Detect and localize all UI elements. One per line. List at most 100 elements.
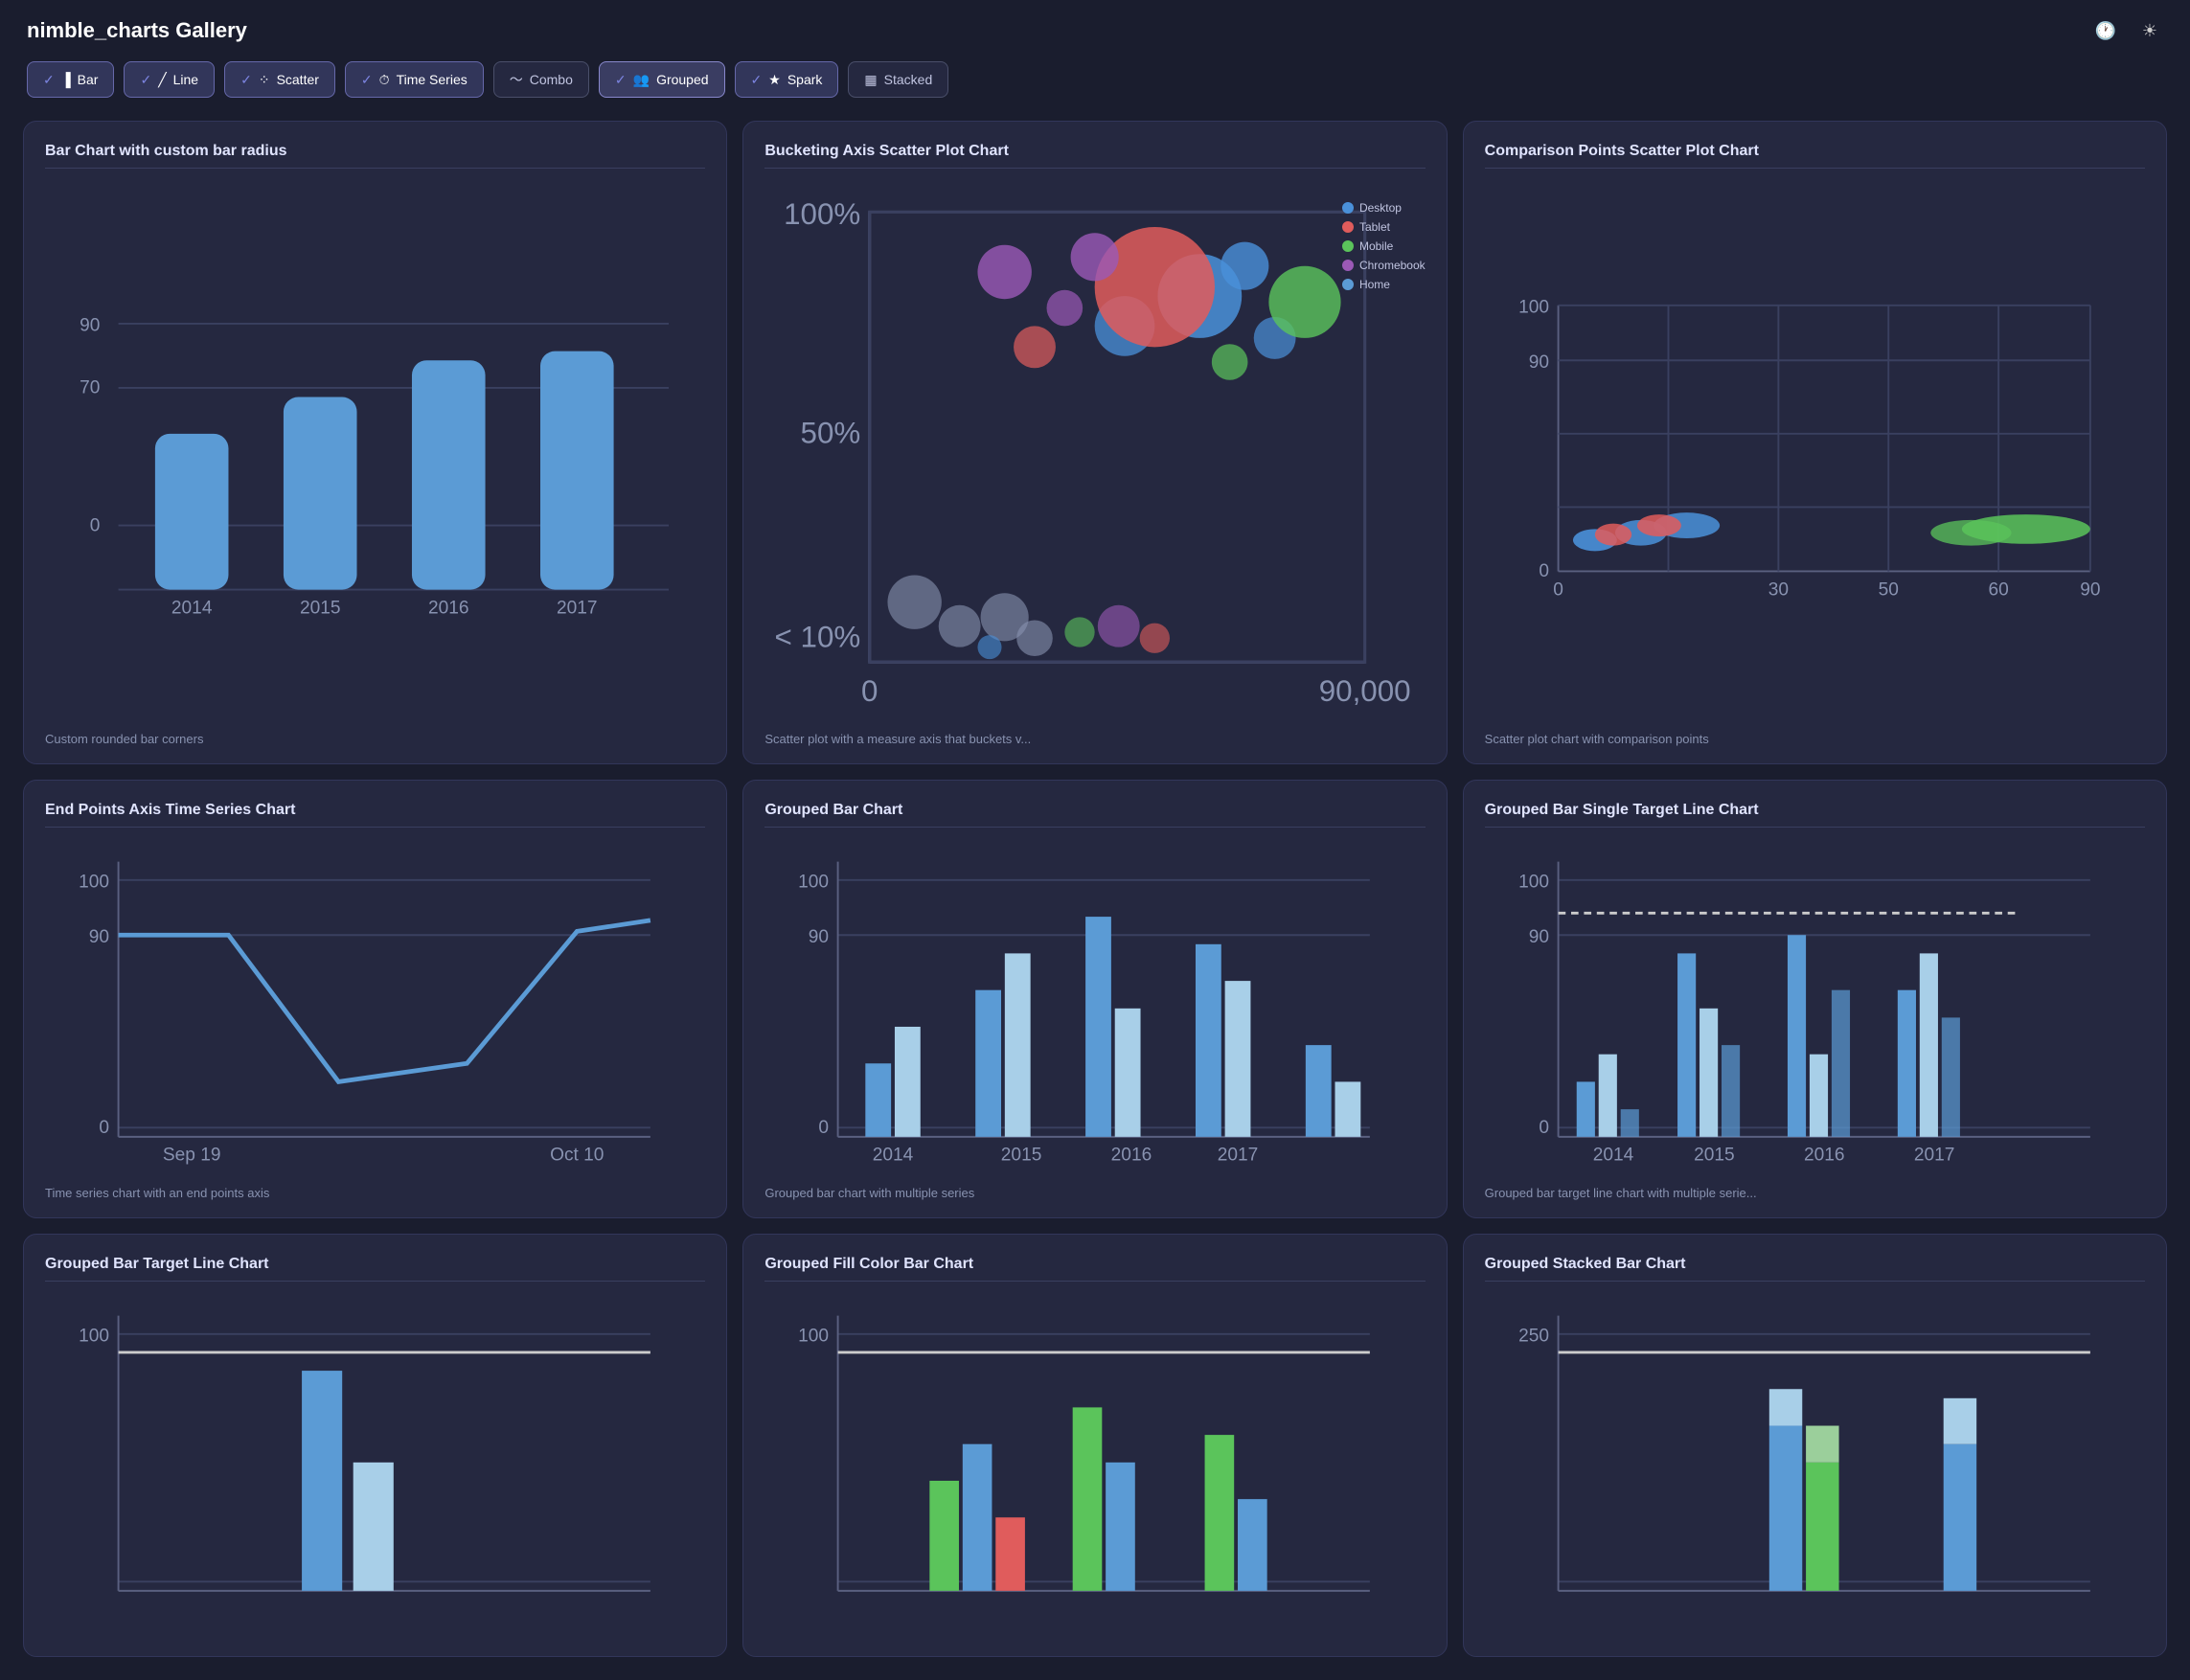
svg-text:50%: 50% bbox=[801, 417, 861, 450]
svg-text:0: 0 bbox=[90, 515, 101, 535]
check-icon: ✓ bbox=[240, 72, 252, 88]
svg-text:2016: 2016 bbox=[1804, 1146, 1845, 1166]
filter-scatter-btn[interactable]: ✓ ⁘ Scatter bbox=[224, 61, 335, 98]
svg-text:30: 30 bbox=[1768, 579, 1788, 600]
svg-text:0: 0 bbox=[1553, 579, 1563, 600]
app-title: nimble_charts Gallery bbox=[27, 18, 247, 43]
filter-bar-btn[interactable]: ✓ ▐ Bar bbox=[27, 61, 114, 98]
svg-text:60: 60 bbox=[1988, 579, 2008, 600]
svg-text:< 10%: < 10% bbox=[775, 621, 861, 654]
chart-card-grouped-bar[interactable]: Grouped Bar Chart 100 90 0 bbox=[742, 780, 1447, 1218]
filter-label: Bar bbox=[78, 72, 99, 87]
check-icon: ✓ bbox=[361, 72, 373, 88]
history-icon[interactable]: 🕐 bbox=[2092, 17, 2119, 44]
svg-text:90: 90 bbox=[1528, 927, 1548, 947]
filter-line-btn[interactable]: ✓ ╱ Line bbox=[124, 61, 215, 98]
filter-label: Stacked bbox=[884, 72, 933, 87]
svg-text:100: 100 bbox=[79, 1326, 109, 1346]
filter-label: Time Series bbox=[397, 72, 468, 87]
svg-text:100: 100 bbox=[798, 872, 829, 892]
svg-text:100: 100 bbox=[1518, 872, 1549, 892]
chart-area: 70 0 90 2014 2015 2016 2017 bbox=[45, 182, 705, 722]
gallery-grid: Bar Chart with custom bar radius 70 0 90 bbox=[0, 113, 2190, 1680]
chart-desc: Time series chart with an end points axi… bbox=[45, 1186, 705, 1200]
svg-text:0: 0 bbox=[99, 1118, 109, 1138]
filter-bar: ✓ ▐ Bar ✓ ╱ Line ✓ ⁘ Scatter ✓ ⏱ Time Se… bbox=[0, 54, 2190, 113]
svg-text:2014: 2014 bbox=[171, 598, 213, 618]
chart-desc: Scatter plot chart with comparison point… bbox=[1485, 732, 2145, 746]
filter-icon: ⁘ bbox=[259, 72, 270, 88]
header-icons: 🕐 ☀ bbox=[2092, 17, 2163, 44]
svg-text:2015: 2015 bbox=[300, 598, 341, 618]
chart-title: Grouped Bar Target Line Chart bbox=[45, 1256, 705, 1282]
filter-icon: ⏱ bbox=[379, 72, 390, 88]
svg-text:50: 50 bbox=[1878, 579, 1898, 600]
chart-card-grouped-fill-color[interactable]: Grouped Fill Color Bar Chart 100 bbox=[742, 1234, 1447, 1658]
chart-card-comparison-scatter[interactable]: Comparison Points Scatter Plot Chart 100 bbox=[1463, 121, 2167, 764]
filter-icon: ╱ bbox=[158, 72, 166, 88]
chart-title: Grouped Bar Chart bbox=[764, 802, 1425, 828]
svg-text:100: 100 bbox=[1518, 297, 1549, 317]
chart-card-grouped-stacked[interactable]: Grouped Stacked Bar Chart 250 bbox=[1463, 1234, 2167, 1658]
filter-label: Scatter bbox=[277, 72, 319, 87]
filter-timeseries-btn[interactable]: ✓ ⏱ Time Series bbox=[345, 61, 484, 98]
chart-title: Bar Chart with custom bar radius bbox=[45, 143, 705, 169]
check-icon: ✓ bbox=[751, 72, 763, 88]
svg-text:2015: 2015 bbox=[1694, 1146, 1735, 1166]
chart-desc: Grouped bar chart with multiple series bbox=[764, 1186, 1425, 1200]
filter-icon: ★ bbox=[768, 72, 781, 88]
filter-grouped-btn[interactable]: ✓ 👥 Grouped bbox=[599, 61, 725, 98]
filter-icon: 〜 bbox=[510, 70, 523, 89]
filter-label: Line bbox=[173, 72, 198, 87]
svg-text:250: 250 bbox=[1518, 1326, 1549, 1346]
chart-title: Grouped Bar Single Target Line Chart bbox=[1485, 802, 2145, 828]
svg-text:2015: 2015 bbox=[1001, 1146, 1042, 1166]
filter-combo-btn[interactable]: 〜 Combo bbox=[493, 61, 589, 98]
svg-text:90,000: 90,000 bbox=[1319, 674, 1411, 708]
chart-title: Grouped Fill Color Bar Chart bbox=[764, 1256, 1425, 1282]
svg-text:2014: 2014 bbox=[873, 1146, 914, 1166]
chart-card-bar-custom-radius[interactable]: Bar Chart with custom bar radius 70 0 90 bbox=[23, 121, 727, 764]
chart-area: 250 bbox=[1485, 1295, 2145, 1630]
chart-card-timeseries[interactable]: End Points Axis Time Series Chart 100 90… bbox=[23, 780, 727, 1218]
svg-text:2014: 2014 bbox=[1592, 1146, 1633, 1166]
filter-icon: ▐ bbox=[61, 72, 71, 87]
chart-area: 100% 50% < 10% 0 90,000 bbox=[764, 182, 1425, 722]
svg-text:2017: 2017 bbox=[557, 598, 598, 618]
header: nimble_charts Gallery 🕐 ☀ bbox=[0, 0, 2190, 54]
chart-desc: Grouped bar target line chart with multi… bbox=[1485, 1186, 2145, 1200]
svg-text:90: 90 bbox=[89, 927, 109, 947]
filter-icon: 👥 bbox=[633, 72, 650, 88]
svg-text:0: 0 bbox=[819, 1118, 830, 1138]
filter-label: Combo bbox=[530, 72, 573, 87]
filter-stacked-btn[interactable]: ▦ Stacked bbox=[848, 61, 948, 98]
filter-spark-btn[interactable]: ✓ ★ Spark bbox=[735, 61, 839, 98]
svg-text:2016: 2016 bbox=[1111, 1146, 1152, 1166]
svg-text:90: 90 bbox=[2080, 579, 2100, 600]
chart-area: 100 90 0 0 30 50 60 90 bbox=[1485, 182, 2145, 722]
chart-title: End Points Axis Time Series Chart bbox=[45, 802, 705, 828]
svg-text:Oct 10: Oct 10 bbox=[550, 1146, 604, 1166]
svg-text:90: 90 bbox=[1528, 352, 1548, 373]
chart-title: Comparison Points Scatter Plot Chart bbox=[1485, 143, 2145, 169]
chart-area: 100 bbox=[45, 1295, 705, 1630]
svg-text:100%: 100% bbox=[784, 197, 860, 231]
chart-area: 100 90 0 2014 2 bbox=[764, 841, 1425, 1176]
chart-area: 100 90 0 bbox=[1485, 841, 2145, 1176]
svg-text:90: 90 bbox=[809, 927, 829, 947]
chart-card-grouped-bar-target-line[interactable]: Grouped Bar Target Line Chart 100 bbox=[23, 1234, 727, 1658]
chart-card-bucketing-scatter[interactable]: Bucketing Axis Scatter Plot Chart 100% 5… bbox=[742, 121, 1447, 764]
filter-label: Spark bbox=[787, 72, 823, 87]
svg-text:2016: 2016 bbox=[428, 598, 469, 618]
svg-text:70: 70 bbox=[80, 378, 100, 398]
svg-text:0: 0 bbox=[1539, 1118, 1549, 1138]
chart-desc: Scatter plot with a measure axis that bu… bbox=[764, 732, 1425, 746]
chart-desc: Custom rounded bar corners bbox=[45, 732, 705, 746]
svg-text:0: 0 bbox=[1539, 561, 1549, 581]
svg-text:100: 100 bbox=[798, 1326, 829, 1346]
chart-title: Bucketing Axis Scatter Plot Chart bbox=[764, 143, 1425, 169]
check-icon: ✓ bbox=[615, 72, 627, 88]
chart-title: Grouped Stacked Bar Chart bbox=[1485, 1256, 2145, 1282]
theme-icon[interactable]: ☀ bbox=[2136, 17, 2163, 44]
chart-card-grouped-bar-single-target[interactable]: Grouped Bar Single Target Line Chart 100… bbox=[1463, 780, 2167, 1218]
